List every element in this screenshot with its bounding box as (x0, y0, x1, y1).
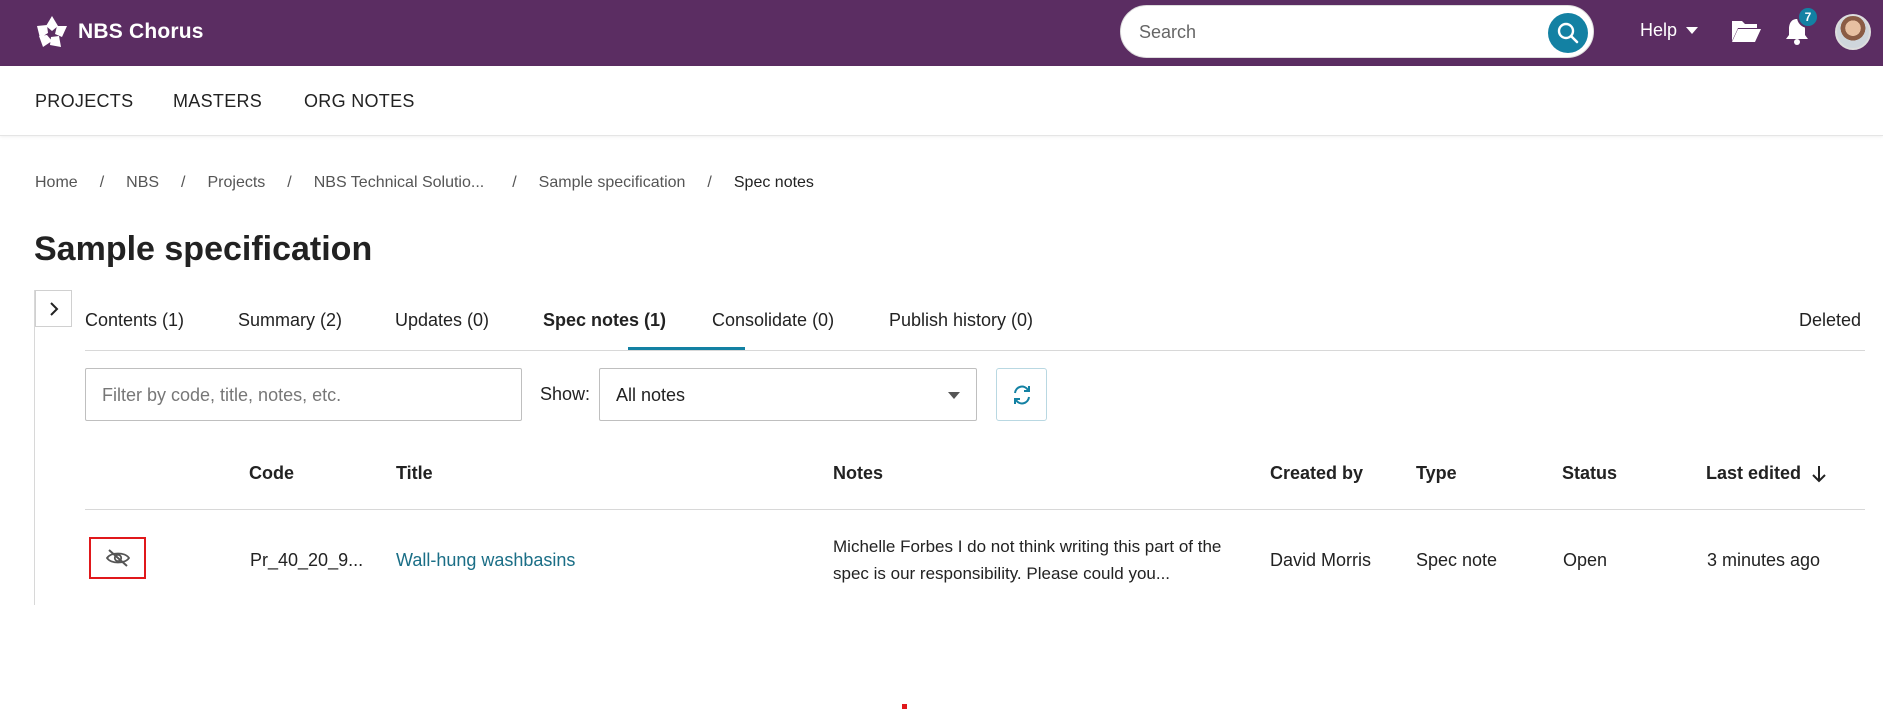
tab-summary[interactable]: Summary (2) (238, 310, 342, 331)
tab-deleted[interactable]: Deleted (1799, 310, 1861, 331)
search-box (1120, 5, 1594, 58)
expand-sidebar-button[interactable] (35, 290, 72, 327)
search-icon (1557, 22, 1579, 44)
filter-box (85, 368, 522, 421)
breadcrumb: Home / NBS / Projects / NBS Technical So… (35, 174, 814, 192)
caret-down-icon (948, 392, 960, 399)
refresh-icon (1013, 385, 1030, 404)
notification-badge: 7 (1797, 6, 1819, 28)
page-title: Sample specification (34, 230, 373, 268)
hide-note-button[interactable] (89, 537, 146, 579)
breadcrumb-separator: / (287, 174, 292, 191)
tab-updates[interactable]: Updates (0) (395, 310, 489, 331)
help-menu[interactable]: Help (1640, 20, 1699, 41)
column-header-type[interactable]: Type (1416, 463, 1457, 484)
row-type: Spec note (1416, 550, 1498, 570)
row-created-by: David Morris (1270, 550, 1372, 570)
nav-masters[interactable]: MASTERS (173, 91, 262, 112)
breadcrumb-home[interactable]: Home (35, 174, 78, 192)
breadcrumb-nbs[interactable]: NBS (126, 174, 159, 192)
tab-publish-history[interactable]: Publish history (0) (889, 310, 1033, 331)
breadcrumb-projects[interactable]: Projects (208, 174, 266, 192)
breadcrumb-separator: / (512, 174, 517, 191)
folder-open-icon[interactable] (1730, 17, 1762, 45)
side-rail (34, 290, 35, 605)
row-code: Pr_40_20_9... (250, 550, 364, 570)
nav-org-notes[interactable]: ORG NOTES (304, 91, 415, 112)
row-notes: Michelle Forbes I do not think writing t… (833, 537, 1222, 583)
row-last-edited: 3 minutes ago (1707, 550, 1821, 570)
column-header-code[interactable]: Code (249, 463, 294, 484)
column-header-title[interactable]: Title (396, 463, 433, 484)
column-header-last-edited[interactable]: Last edited (1706, 463, 1801, 484)
eye-slash-icon (105, 549, 130, 567)
cursor-marker (902, 704, 907, 709)
active-tab-indicator (628, 347, 745, 350)
breadcrumb-separator: / (707, 174, 712, 191)
help-label: Help (1640, 20, 1678, 40)
main-nav: PROJECTS MASTERS ORG NOTES (0, 66, 1883, 136)
top-bar: NBS Chorus Help 7 (0, 0, 1883, 66)
arrow-down-icon[interactable] (1812, 465, 1826, 483)
search-button[interactable] (1548, 13, 1588, 53)
breadcrumb-project[interactable]: NBS Technical Solutio... (314, 174, 484, 192)
tab-bar: Contents (1) Summary (2) Updates (0) Spe… (85, 290, 1865, 351)
brand-name[interactable]: NBS Chorus (78, 20, 204, 44)
column-header-status[interactable]: Status (1562, 463, 1617, 484)
breadcrumb-separator: / (181, 174, 186, 191)
row-title-link[interactable]: Wall-hung washbasins (396, 550, 575, 571)
chevron-down-icon (1686, 26, 1699, 34)
row-status: Open (1563, 550, 1608, 570)
filter-input[interactable] (102, 382, 502, 408)
user-avatar[interactable] (1835, 14, 1871, 50)
tab-contents[interactable]: Contents (1) (85, 310, 184, 331)
show-select-value: All notes (616, 385, 686, 405)
tab-spec-notes[interactable]: Spec notes (1) (543, 310, 666, 331)
show-select[interactable]: All notes (599, 368, 977, 421)
column-header-notes[interactable]: Notes (833, 463, 883, 484)
breadcrumb-separator: / (99, 174, 105, 191)
nav-projects[interactable]: PROJECTS (35, 91, 133, 112)
breadcrumb-current: Spec notes (733, 174, 814, 191)
tab-consolidate[interactable]: Consolidate (0) (712, 310, 834, 331)
chevron-right-icon (49, 301, 58, 316)
search-input[interactable] (1139, 18, 1539, 46)
column-header-created-by[interactable]: Created by (1270, 463, 1363, 484)
refresh-button[interactable] (996, 368, 1047, 421)
show-label: Show: (540, 384, 591, 404)
nbs-logo-icon[interactable] (34, 14, 70, 50)
table-header-divider (85, 509, 1865, 510)
breadcrumb-specification[interactable]: Sample specification (539, 174, 686, 192)
